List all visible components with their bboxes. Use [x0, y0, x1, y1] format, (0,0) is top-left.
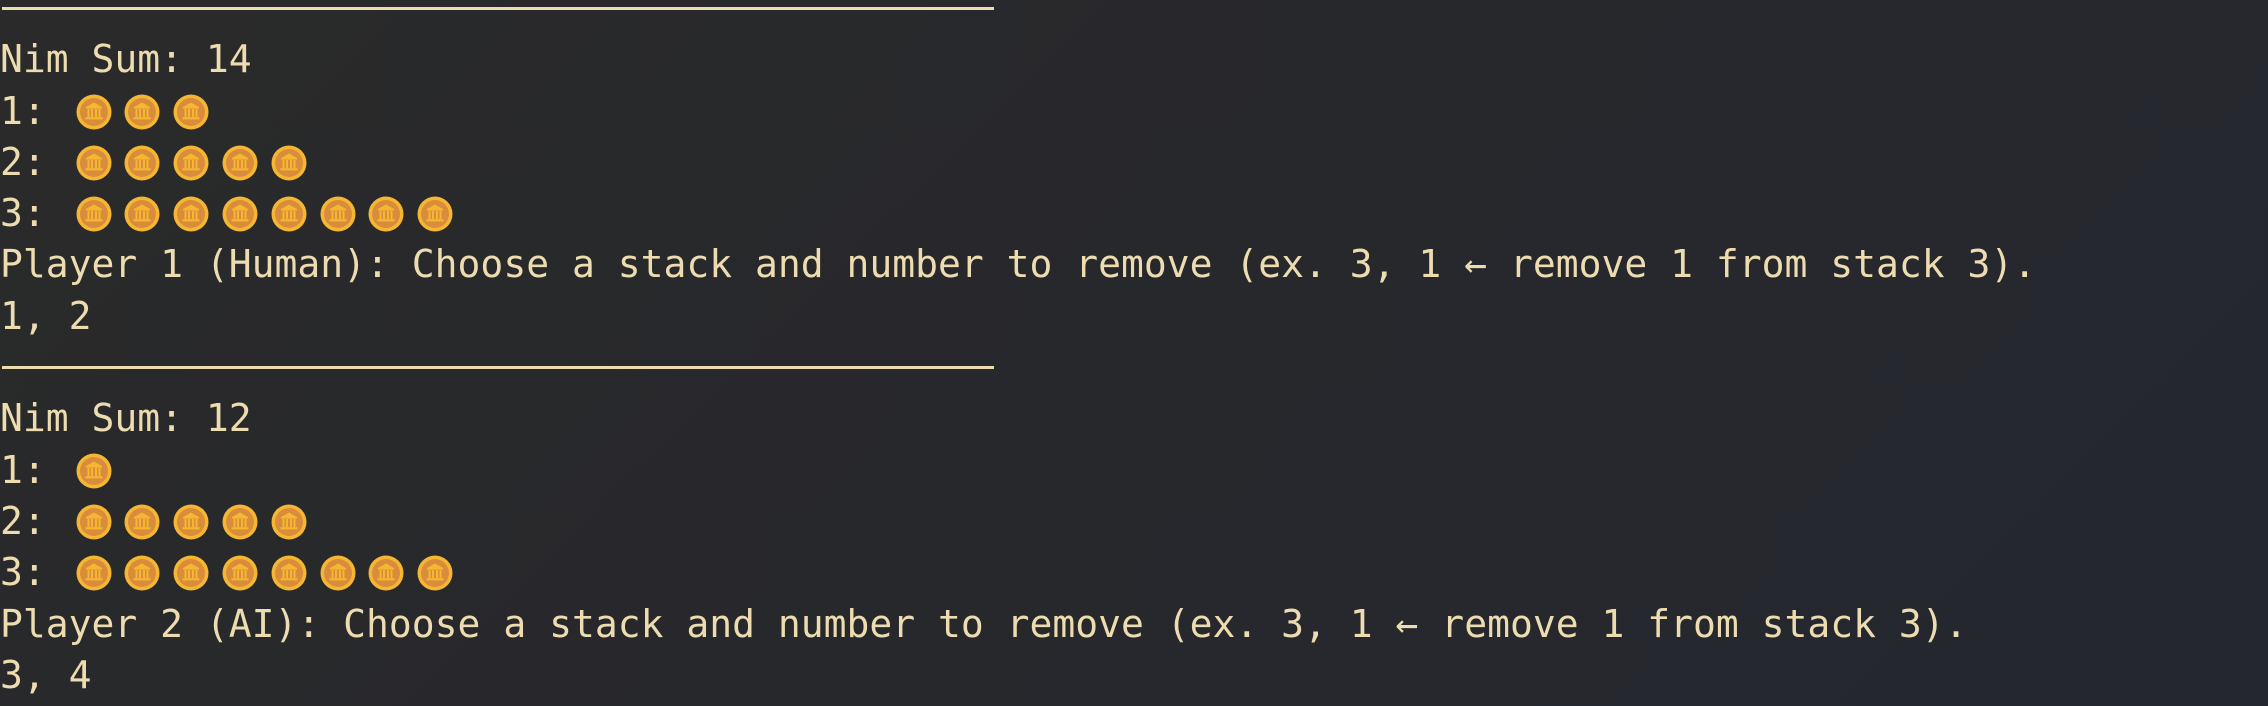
stack-label: 2:: [0, 139, 69, 184]
coin-icon: [69, 188, 118, 239]
coin-list: [69, 499, 313, 543]
coin-icon: [117, 496, 166, 547]
coin-icon: [313, 188, 362, 239]
coin-icon: [264, 137, 313, 188]
coin-icon: [69, 445, 118, 496]
coin-icon: [166, 496, 215, 547]
player-input[interactable]: 3, 4: [0, 650, 2036, 701]
coin-icon: [117, 547, 166, 598]
stack-row: 1:: [0, 445, 2036, 496]
stack-row: 2:: [0, 137, 2036, 188]
coin-icon: [215, 188, 264, 239]
coin-icon: [166, 137, 215, 188]
player-prompt: Player 2 (AI): Choose a stack and number…: [0, 601, 1968, 646]
coin-icon: [117, 188, 166, 239]
coin-icon: [117, 86, 166, 137]
turn-block: Nim Sum: 14 1: 2: 3: Player 1 (Human): C…: [0, 0, 2036, 342]
terminal-output: Nim Sum: 14 1: 2: 3: Player 1 (Human): C…: [0, 0, 2036, 701]
coin-icon: [166, 188, 215, 239]
stack-row: 1:: [0, 86, 2036, 137]
coin-icon: [361, 547, 410, 598]
coin-icon: [264, 496, 313, 547]
coin-icon: [69, 496, 118, 547]
coin-icon: [215, 496, 264, 547]
player-prompt: Player 1 (Human): Choose a stack and num…: [0, 242, 2037, 287]
nim-sum: Nim Sum: 12: [0, 396, 252, 441]
coin-icon: [166, 547, 215, 598]
stack-row: 3:: [0, 188, 2036, 239]
coin-icon: [264, 547, 313, 598]
turn-block: Nim Sum: 12 1: 2: 3: Player 2 (AI): Choo…: [0, 342, 2036, 701]
coin-list: [69, 448, 118, 492]
coin-icon: [69, 86, 118, 137]
stack-label: 3:: [0, 550, 69, 595]
coin-icon: [166, 86, 215, 137]
coin-list: [69, 89, 215, 133]
divider: [0, 0, 2036, 34]
player-input[interactable]: 1, 2: [0, 291, 2036, 342]
divider: [0, 342, 2036, 393]
stack-label: 1:: [0, 447, 69, 492]
stack-label: 1:: [0, 88, 69, 133]
stack-label: 3:: [0, 191, 69, 236]
coin-icon: [410, 188, 459, 239]
coin-list: [69, 550, 459, 594]
nim-sum: Nim Sum: 14: [0, 37, 252, 82]
stack-row: 2:: [0, 496, 2036, 547]
coin-icon: [215, 137, 264, 188]
coin-icon: [69, 137, 118, 188]
coin-icon: [215, 547, 264, 598]
coin-icon: [313, 547, 362, 598]
coin-icon: [410, 547, 459, 598]
coin-icon: [117, 137, 166, 188]
stack-label: 2:: [0, 498, 69, 543]
coin-icon: [264, 188, 313, 239]
coin-list: [69, 191, 459, 235]
coin-icon: [361, 188, 410, 239]
coin-list: [69, 140, 313, 184]
stack-row: 3:: [0, 547, 2036, 598]
coin-icon: [69, 547, 118, 598]
